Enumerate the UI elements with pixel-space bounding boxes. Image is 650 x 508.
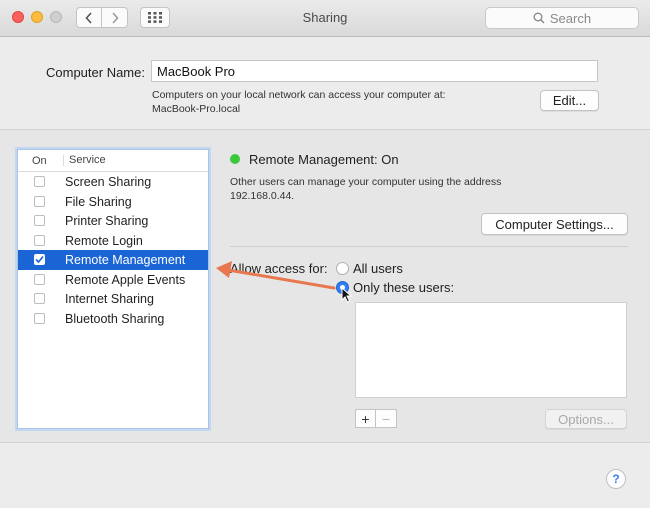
computer-name-section: Computer Name: MacBook Pro Computers on … (0, 37, 650, 130)
service-label: Remote Management (65, 253, 186, 267)
service-checkbox[interactable] (34, 176, 45, 187)
search-placeholder: Search (549, 10, 592, 26)
service-checkbox[interactable] (34, 234, 45, 246)
service-description-line: Other users can manage your computer usi… (230, 176, 502, 188)
service-checkbox[interactable] (34, 215, 45, 226)
search-field[interactable]: Search (485, 7, 639, 29)
service-row-remote-apple-events[interactable]: Remote Apple Events (18, 270, 208, 290)
service-label: Printer Sharing (65, 214, 149, 228)
service-checkbox[interactable] (34, 312, 45, 324)
service-checkbox[interactable] (34, 254, 45, 265)
computer-name-help-line: Computers on your local network can acce… (152, 89, 446, 101)
column-header-on[interactable]: On (32, 155, 47, 167)
remove-user-button[interactable]: − (376, 409, 397, 428)
service-row-remote-management[interactable]: Remote Management (18, 250, 208, 270)
service-label: File Sharing (65, 194, 132, 209)
mouse-cursor-icon (341, 287, 352, 303)
ip-address: 192.168.0.44. (230, 190, 295, 202)
service-description: Other users can manage your computer usi… (230, 175, 560, 203)
service-label: Remote Login (65, 233, 143, 248)
service-row-internet-sharing[interactable]: Internet Sharing (18, 289, 208, 309)
service-checkbox[interactable] (34, 273, 45, 285)
service-row-printer-sharing[interactable]: Printer Sharing (18, 211, 208, 231)
service-checkbox[interactable] (34, 293, 45, 304)
help-button[interactable]: ? (606, 469, 626, 489)
service-row-remote-login[interactable]: Remote Login (18, 231, 208, 251)
service-row-screen-sharing[interactable]: Screen Sharing (18, 172, 208, 192)
bottom-bar: ? (0, 442, 650, 508)
checkmark-icon (35, 255, 44, 264)
divider (230, 246, 628, 247)
options-button[interactable]: Options... (545, 409, 627, 429)
allow-access-label: Allow access for: (230, 261, 328, 276)
computer-settings-button[interactable]: Computer Settings... (481, 213, 628, 235)
service-row-file-sharing[interactable]: File Sharing (18, 192, 208, 212)
sharing-window: Sharing Search Computer Name: MacBook Pr… (0, 0, 650, 508)
column-header-service[interactable]: Service (63, 155, 106, 166)
local-hostname: MacBook-Pro.local (152, 103, 241, 115)
computer-name-help: Computers on your local network can acce… (152, 88, 522, 116)
computer-name-label: Computer Name: (46, 65, 145, 80)
only-these-users-label[interactable]: Only these users: (353, 280, 454, 295)
status-indicator-icon (230, 154, 240, 164)
service-status: Remote Management: On (249, 152, 399, 167)
add-user-button[interactable]: + (355, 409, 376, 428)
service-label: Bluetooth Sharing (65, 311, 165, 326)
service-checkbox[interactable] (34, 195, 45, 207)
edit-button[interactable]: Edit... (540, 90, 599, 111)
all-users-label[interactable]: All users (353, 261, 403, 276)
title-bar: Sharing Search (0, 0, 650, 37)
all-users-radio[interactable] (336, 262, 349, 275)
service-row-bluetooth-sharing[interactable]: Bluetooth Sharing (18, 309, 208, 329)
computer-name-field[interactable]: MacBook Pro (151, 60, 598, 82)
service-list-header: On Service (18, 150, 208, 172)
service-label: Remote Apple Events (65, 272, 186, 287)
service-label: Internet Sharing (65, 292, 154, 306)
allowed-users-list[interactable] (355, 302, 627, 398)
service-label: Screen Sharing (65, 175, 152, 189)
sharing-main-section: On Service Screen Sharing File Sharing P… (0, 130, 650, 442)
service-list[interactable]: On Service Screen Sharing File Sharing P… (17, 149, 209, 429)
search-icon (533, 12, 545, 24)
